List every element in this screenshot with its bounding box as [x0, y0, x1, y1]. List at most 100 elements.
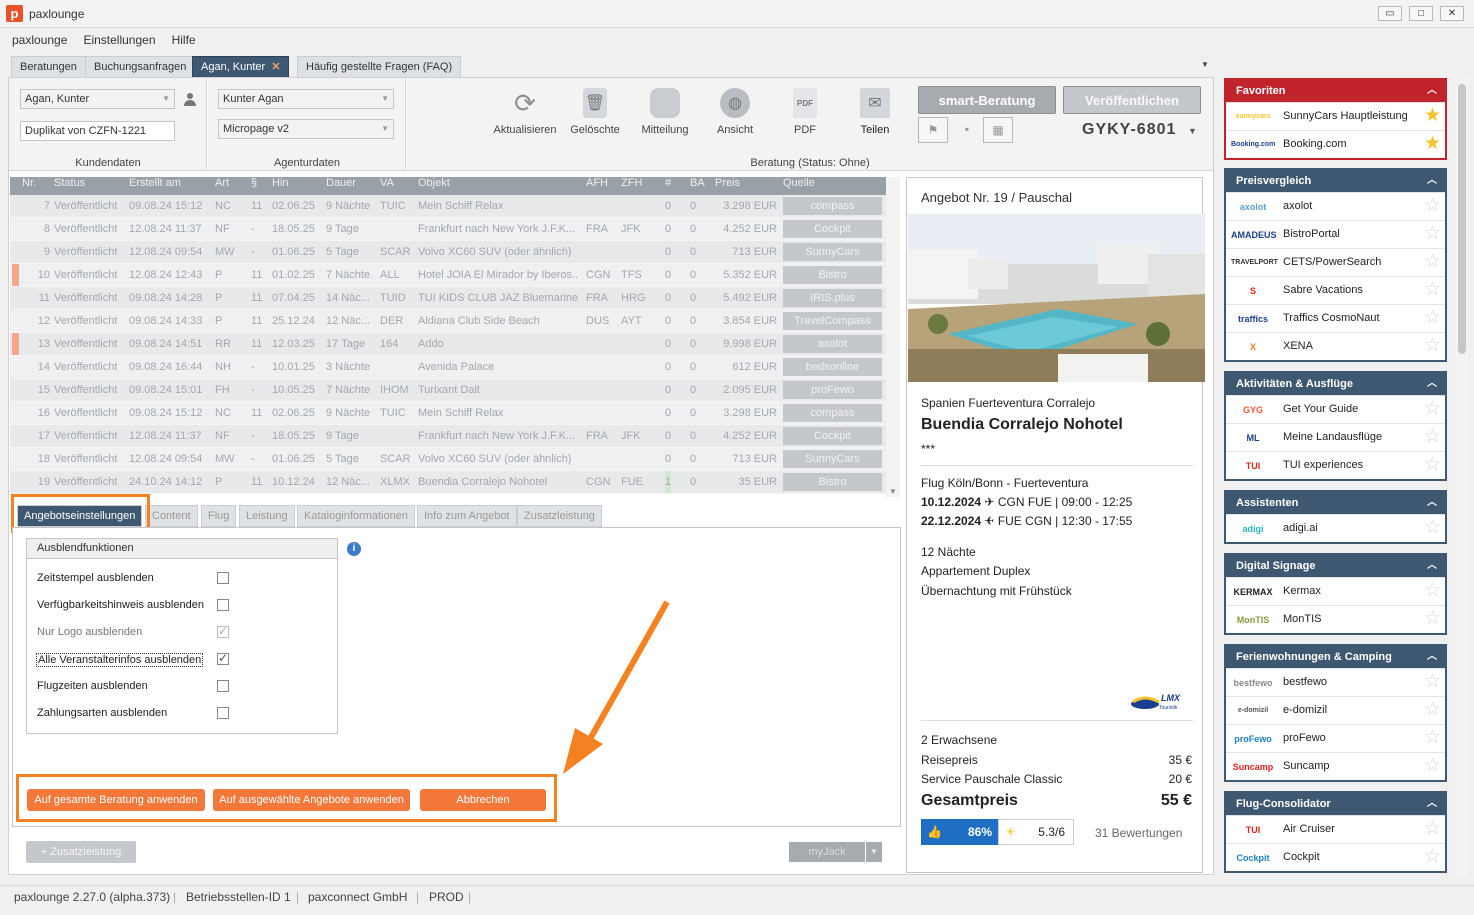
source-button[interactable]: IRIS.plus	[783, 289, 882, 307]
minimize-button[interactable]: ▭	[1378, 6, 1402, 21]
chevron-up-icon[interactable]: ︿	[1427, 170, 1437, 192]
sidebar-scroll-thumb[interactable]	[1458, 84, 1466, 354]
pdf-button[interactable]: PDF PDF	[770, 88, 840, 136]
favorite-star-icon[interactable]: ☆	[1424, 455, 1441, 475]
template-select[interactable]: Micropage v2 ▼	[218, 119, 394, 139]
favorite-star-icon[interactable]: ☆	[1424, 252, 1441, 272]
note-icon[interactable]: ▪	[952, 117, 982, 143]
agent-select[interactable]: Kunter Agan ▼	[218, 89, 394, 109]
cancel-button[interactable]: Abbrechen	[420, 789, 546, 811]
sidebar-section-header[interactable]: Flug-Consolidator ︿	[1226, 793, 1445, 815]
sidebar-item[interactable]: Booking.com Booking.com ★	[1226, 130, 1445, 158]
table-row[interactable]: 16 Veröffentlicht 09.08.24 15:12 NC 11 02.06.…	[10, 402, 890, 425]
sidebar-item[interactable]: X XENA ☆	[1226, 332, 1445, 360]
view-button[interactable]: ◍ Ansicht	[700, 88, 770, 136]
source-button[interactable]: Cockpit	[783, 220, 882, 238]
table-row[interactable]: 15 Veröffentlicht 09.08.24 15:01 FH - 10.05.2…	[10, 379, 890, 402]
sidebar-section-header[interactable]: Preisvergleich ︿	[1226, 170, 1445, 192]
checkbox-flugzeiten[interactable]	[217, 680, 229, 692]
table-row[interactable]: 12 Veröffentlicht 09.08.24 14:33 P 11 25.12.2…	[10, 310, 890, 333]
table-row[interactable]: 10 Veröffentlicht 12.08.24 12:43 P 11 01.02.2…	[10, 264, 890, 287]
sidebar-section-header[interactable]: Ferienwohnungen & Camping ︿	[1226, 646, 1445, 668]
tab-flug[interactable]: Flug	[201, 505, 237, 527]
flag-icon[interactable]: ⚑	[918, 117, 948, 143]
col-va[interactable]: VA	[380, 177, 394, 189]
sidebar-item[interactable]: bestfewo bestfewo ☆	[1226, 668, 1445, 696]
table-row[interactable]: 19 Veröffentlicht 24.10.24 14:12 P 11 10.12.2…	[10, 471, 890, 494]
col-ba[interactable]: BA	[690, 177, 705, 189]
col-nr[interactable]: Nr.	[22, 177, 36, 189]
chevron-up-icon[interactable]: ︿	[1427, 793, 1437, 815]
share-button[interactable]: ✉ Teilen	[840, 88, 910, 136]
source-button[interactable]: Bistro	[783, 473, 882, 491]
deleted-button[interactable]: 🗑 Gelöschte	[560, 88, 630, 136]
info-icon[interactable]: i	[347, 542, 361, 556]
favorite-star-icon[interactable]: ☆	[1424, 700, 1441, 720]
sidebar-section-header[interactable]: Aktivitäten & Ausflüge ︿	[1226, 373, 1445, 395]
tab-faq[interactable]: Häufig gestellte Fragen (FAQ)	[297, 56, 462, 77]
table-row[interactable]: 18 Veröffentlicht 12.08.24 09:54 MW - 01.06.2…	[10, 448, 890, 471]
myjack-dropdown-icon[interactable]: ▼	[866, 842, 882, 862]
sidebar-item[interactable]: TUI Air Cruiser ☆	[1226, 815, 1445, 843]
sidebar-section-header[interactable]: Assistenten ︿	[1226, 492, 1445, 514]
sidebar-item[interactable]: KERMAX Kermax ☆	[1226, 577, 1445, 605]
sidebar-item[interactable]: proFewo proFewo ☆	[1226, 724, 1445, 752]
favorite-star-icon[interactable]: ★	[1424, 134, 1441, 154]
table-row[interactable]: 11 Veröffentlicht 09.08.24 14:28 P 11 07.04.2…	[10, 287, 890, 310]
grid-scrollbar[interactable]	[886, 177, 900, 497]
tab-kataloginformationen[interactable]: Kataloginformationen	[297, 505, 415, 527]
table-row[interactable]: 8 Veröffentlicht 12.08.24 11:37 NF - 18.05.25…	[10, 218, 890, 241]
tab-leistung[interactable]: Leistung	[239, 505, 295, 527]
tab-buchungsanfragen[interactable]: Buchungsanfragen	[85, 56, 196, 77]
col-created[interactable]: Erstellt am	[129, 177, 181, 189]
maximize-button[interactable]: □	[1409, 6, 1433, 21]
col-quelle[interactable]: Quelle	[783, 177, 815, 189]
favorite-star-icon[interactable]: ☆	[1424, 756, 1441, 776]
source-button[interactable]: proFewo	[783, 381, 882, 399]
sidebar-item[interactable]: MonTIS MonTIS ☆	[1226, 605, 1445, 633]
sidebar-item[interactable]: Cockpit Cockpit ☆	[1226, 843, 1445, 871]
sidebar-item[interactable]: Suncamp Suncamp ☆	[1226, 752, 1445, 780]
table-row[interactable]: 17 Veröffentlicht 12.08.24 11:37 NF - 18.05.2…	[10, 425, 890, 448]
favorite-star-icon[interactable]: ☆	[1424, 336, 1441, 356]
source-button[interactable]: axolot	[783, 335, 882, 353]
chevron-up-icon[interactable]: ︿	[1427, 373, 1437, 395]
favorite-star-icon[interactable]: ☆	[1424, 518, 1441, 538]
message-button[interactable]: Mitteilung	[630, 88, 700, 136]
table-row[interactable]: 13 Veröffentlicht 09.08.24 14:51 RR 11 12.03.…	[10, 333, 890, 356]
source-button[interactable]: SunnyCars	[783, 243, 882, 261]
favorite-star-icon[interactable]: ☆	[1424, 672, 1441, 692]
col-objekt[interactable]: Objekt	[418, 177, 450, 189]
publish-button[interactable]: Veröffentlichen	[1063, 86, 1201, 114]
col-par[interactable]: §	[251, 177, 257, 189]
myjack-button[interactable]: myJack	[789, 842, 865, 862]
tabs-dropdown-icon[interactable]: ▼	[1201, 60, 1209, 69]
col-afh[interactable]: AFH	[586, 177, 608, 189]
col-art[interactable]: Art	[215, 177, 229, 189]
source-button[interactable]: TravelCompass	[783, 312, 882, 330]
sidebar-item[interactable]: TUI TUI experiences ☆	[1226, 451, 1445, 479]
col-preis[interactable]: Preis	[715, 177, 740, 189]
sidebar-item[interactable]: sunnycars SunnyCars Hauptleistung ★	[1226, 102, 1445, 130]
close-window-button[interactable]: ✕	[1440, 6, 1464, 21]
col-count[interactable]: #	[665, 177, 671, 189]
smart-beratung-button[interactable]: smart-Beratung	[918, 86, 1056, 114]
favorite-star-icon[interactable]: ☆	[1424, 581, 1441, 601]
favorite-star-icon[interactable]: ☆	[1424, 819, 1441, 839]
tab-zusatzleistung[interactable]: Zusatzleistung	[517, 505, 602, 527]
favorite-star-icon[interactable]: ☆	[1424, 427, 1441, 447]
col-status[interactable]: Status	[54, 177, 85, 189]
chevron-up-icon[interactable]: ︿	[1427, 646, 1437, 668]
menu-hilfe[interactable]: Hilfe	[172, 33, 196, 47]
col-zfh[interactable]: ZFH	[621, 177, 642, 189]
source-button[interactable]: compass	[783, 404, 882, 422]
copy-field[interactable]: Duplikat von CZFN-1221	[20, 121, 175, 141]
refresh-button[interactable]: ⟳ Aktualisieren	[490, 88, 560, 137]
sidebar-item[interactable]: traffics Traffics CosmoNaut ☆	[1226, 304, 1445, 332]
table-row[interactable]: 7 Veröffentlicht 09.08.24 15:12 NC 11 02.06.2…	[10, 195, 890, 218]
reviews[interactable]: 31 Bewertungen	[1095, 826, 1182, 840]
calendar-icon[interactable]: ▦	[983, 117, 1013, 143]
col-dauer[interactable]: Dauer	[326, 177, 356, 189]
favorite-star-icon[interactable]: ★	[1424, 106, 1441, 126]
sidebar-item[interactable]: ML Meine Landausflüge ☆	[1226, 423, 1445, 451]
